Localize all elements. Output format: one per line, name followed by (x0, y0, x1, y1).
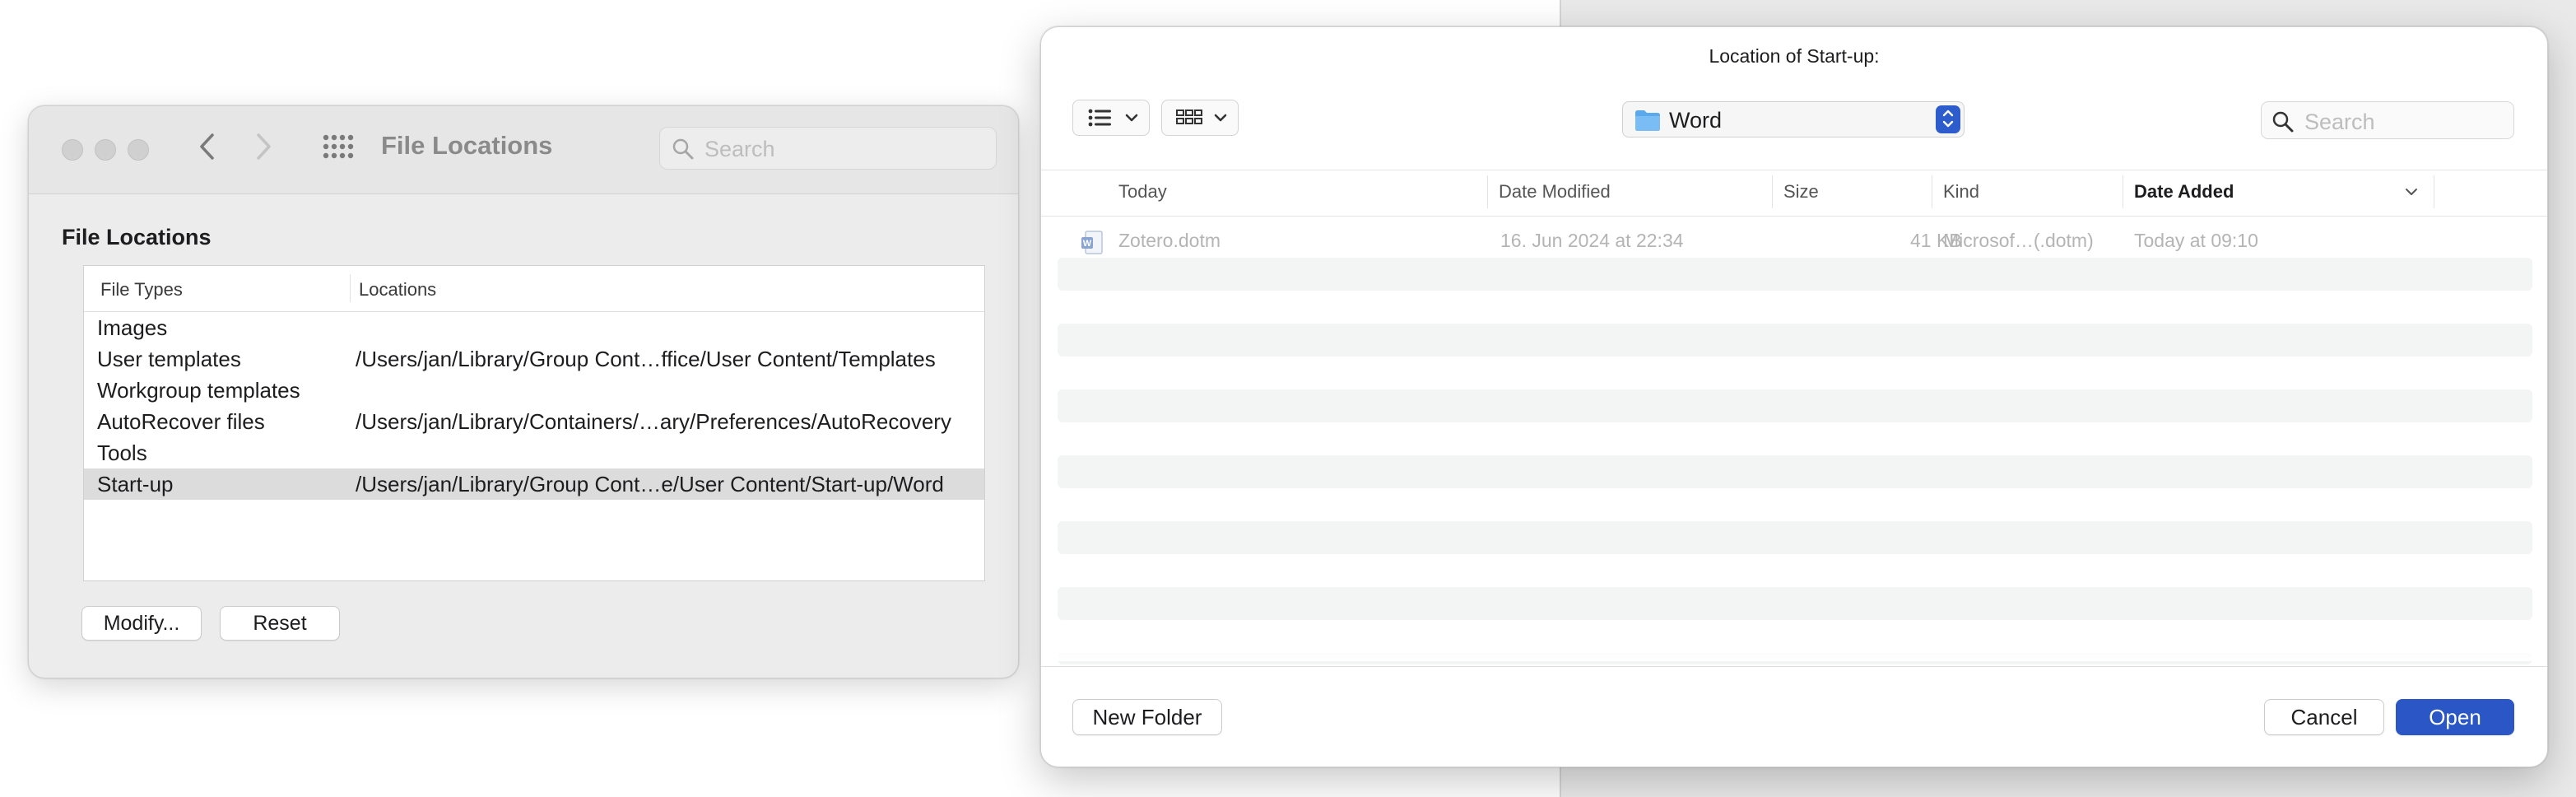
empty-row (1058, 389, 2532, 422)
column-header-locations[interactable]: Locations (359, 279, 436, 301)
table-row[interactable]: Images (84, 312, 984, 343)
location-cell: /Users/jan/Library/Group Cont…e/User Con… (356, 472, 944, 496)
list-fade (1041, 636, 2547, 661)
column-divider (1772, 175, 1773, 208)
window-title: File Locations (381, 131, 553, 160)
file-type-cell: Start-up (97, 472, 174, 496)
search-icon (2271, 110, 2295, 137)
back-arrow-icon[interactable] (190, 126, 223, 174)
location-popup-label: Word (1669, 108, 1723, 133)
column-header-kind[interactable]: Kind (1943, 181, 1979, 203)
file-kind: Microsof…(.dotm) (1943, 230, 2094, 251)
list-view-icon (1088, 100, 1113, 145)
column-header-date-added[interactable]: Date Added (2134, 181, 2234, 203)
empty-row (1058, 324, 2532, 357)
file-type-cell: Images (97, 315, 168, 340)
file-types-table: File Types Locations Images User templat… (83, 265, 985, 581)
column-divider (350, 274, 351, 302)
forward-arrow-icon[interactable] (248, 126, 281, 174)
search-placeholder: Search (2304, 110, 2375, 134)
file-type-cell: Tools (97, 440, 147, 465)
empty-row (1058, 587, 2532, 620)
section-title: File Locations (62, 225, 212, 249)
minimize-window-button[interactable] (95, 139, 116, 161)
file-date-added: Today at 09:10 (2134, 230, 2258, 251)
file-date-modified: 16. Jun 2024 at 22:34 (1500, 230, 1684, 251)
word-document-icon: W (1081, 231, 1104, 260)
close-window-button[interactable] (62, 139, 83, 161)
file-type-cell: User templates (97, 347, 241, 371)
dialog-title: Location of Start-up: (1709, 45, 1880, 67)
new-folder-button[interactable]: New Folder (1072, 699, 1222, 735)
modify-button[interactable]: Modify... (81, 606, 202, 641)
empty-row (1058, 455, 2532, 488)
zoom-window-button[interactable] (128, 139, 149, 161)
sort-chevron-icon[interactable] (2404, 182, 2419, 206)
column-header-file-types[interactable]: File Types (100, 279, 183, 301)
column-header-size[interactable]: Size (1783, 181, 1819, 203)
open-file-dialog: Location of Start-up: Word Search Today (1040, 26, 2548, 767)
open-button[interactable]: Open (2396, 699, 2514, 735)
empty-row (1058, 521, 2532, 554)
file-row[interactable]: W Zotero.dotm 16. Jun 2024 at 22:34 41 K… (1058, 225, 2532, 258)
empty-row (1058, 258, 2532, 291)
column-header-date-modified[interactable]: Date Modified (1499, 181, 1611, 203)
popup-stepper-icon (1936, 105, 1960, 133)
table-row[interactable]: AutoRecover files /Users/jan/Library/Con… (84, 406, 984, 437)
column-header-name[interactable]: Today (1118, 181, 1167, 203)
cancel-button[interactable]: Cancel (2264, 699, 2384, 735)
table-row[interactable]: Workgroup templates (84, 375, 984, 406)
column-view-icon (1175, 100, 1203, 145)
search-placeholder: Search (704, 137, 775, 161)
grid-icon[interactable] (317, 126, 358, 174)
file-type-cell: AutoRecover files (97, 409, 265, 434)
folder-icon (1634, 109, 1661, 136)
file-name: Zotero.dotm (1118, 230, 1221, 251)
location-cell: /Users/jan/Library/Containers/…ary/Prefe… (356, 409, 951, 434)
table-row[interactable]: Tools (84, 437, 984, 468)
header-divider (1041, 216, 2547, 217)
file-locations-window: File Locations Search File Locations Fil… (28, 105, 1019, 678)
column-divider (1487, 175, 1488, 208)
prefs-search-field[interactable]: Search (659, 127, 997, 170)
file-type-cell: Workgroup templates (97, 378, 300, 403)
svg-text:W: W (1083, 239, 1092, 249)
table-header: File Types Locations (84, 266, 984, 312)
table-row-selected[interactable]: Start-up /Users/jan/Library/Group Cont…e… (84, 468, 984, 500)
dialog-search-field[interactable]: Search (2261, 101, 2514, 139)
list-view-toggle[interactable] (1072, 100, 1150, 136)
location-cell: /Users/jan/Library/Group Cont…ffice/User… (356, 347, 936, 371)
chevron-down-icon (1213, 100, 1228, 147)
table-row[interactable]: User templates /Users/jan/Library/Group … (84, 343, 984, 375)
location-popup[interactable]: Word (1622, 101, 1965, 137)
grouping-toggle[interactable] (1161, 100, 1239, 136)
search-icon (672, 137, 695, 165)
footer-divider (1041, 666, 2547, 667)
prefs-toolbar: File Locations Search (29, 106, 1018, 194)
reset-button[interactable]: Reset (220, 606, 340, 641)
chevron-down-icon (1124, 100, 1139, 147)
